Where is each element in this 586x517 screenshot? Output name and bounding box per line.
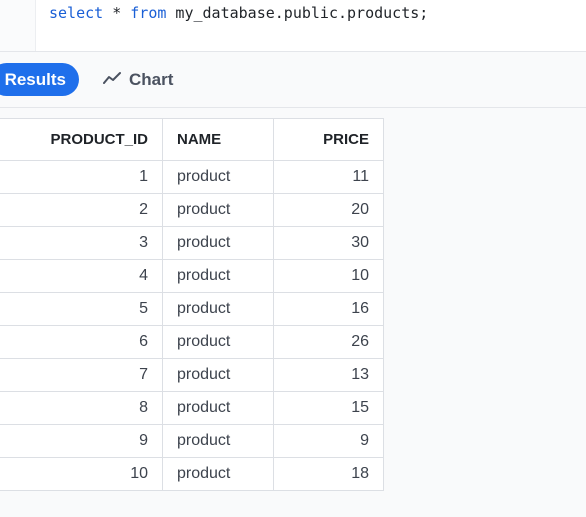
- cell-name[interactable]: product: [162, 325, 274, 359]
- table-row[interactable]: 10 product 18: [0, 457, 384, 491]
- table-row[interactable]: 2 product 20: [0, 193, 384, 227]
- cell-product-id[interactable]: 7: [0, 358, 163, 392]
- cell-product-id[interactable]: 4: [0, 259, 163, 293]
- cell-price[interactable]: 9: [273, 424, 384, 458]
- table-row[interactable]: 5 product 16: [0, 292, 384, 326]
- results-tab-bar: Results Chart: [0, 52, 586, 108]
- cell-price[interactable]: 18: [273, 457, 384, 491]
- cell-price[interactable]: 30: [273, 226, 384, 260]
- sql-table-ref: my_database.public.products;: [166, 4, 429, 22]
- tab-chart-label: Chart: [129, 69, 174, 89]
- cell-name[interactable]: product: [162, 259, 274, 293]
- results-table: PRODUCT_ID NAME PRICE 1 product 11 2 pro…: [0, 118, 384, 491]
- tab-results[interactable]: Results: [0, 63, 79, 96]
- table-header-row: PRODUCT_ID NAME PRICE: [0, 118, 384, 161]
- cell-product-id[interactable]: 2: [0, 193, 163, 227]
- cell-price[interactable]: 26: [273, 325, 384, 359]
- cell-name[interactable]: product: [162, 226, 274, 260]
- table-row[interactable]: 9 product 9: [0, 424, 384, 458]
- column-header-price[interactable]: PRICE: [273, 118, 384, 161]
- trend-line-icon: [103, 70, 121, 90]
- cell-price[interactable]: 13: [273, 358, 384, 392]
- column-header-name[interactable]: NAME: [162, 118, 274, 161]
- cell-name[interactable]: product: [162, 391, 274, 425]
- cell-price[interactable]: 16: [273, 292, 384, 326]
- cell-price[interactable]: 15: [273, 391, 384, 425]
- cell-name[interactable]: product: [162, 358, 274, 392]
- table-row[interactable]: 7 product 13: [0, 358, 384, 392]
- cell-name[interactable]: product: [162, 160, 274, 194]
- cell-product-id[interactable]: 10: [0, 457, 163, 491]
- results-pane: Results Chart PRODUCT_ID NAME PRICE 1 pr…: [0, 52, 586, 517]
- table-row[interactable]: 1 product 11: [0, 160, 384, 194]
- editor-gutter: [0, 0, 36, 51]
- column-header-product-id[interactable]: PRODUCT_ID: [0, 118, 163, 161]
- cell-name[interactable]: product: [162, 193, 274, 227]
- cell-name[interactable]: product: [162, 292, 274, 326]
- cell-product-id[interactable]: 3: [0, 226, 163, 260]
- cell-price[interactable]: 10: [273, 259, 384, 293]
- table-row[interactable]: 3 product 30: [0, 226, 384, 260]
- cell-product-id[interactable]: 1: [0, 160, 163, 194]
- cell-name[interactable]: product: [162, 457, 274, 491]
- cell-product-id[interactable]: 8: [0, 391, 163, 425]
- cell-price[interactable]: 11: [273, 160, 384, 194]
- tab-chart[interactable]: Chart: [100, 63, 190, 96]
- table-row[interactable]: 4 product 10: [0, 259, 384, 293]
- cell-product-id[interactable]: 9: [0, 424, 163, 458]
- sql-editor[interactable]: select * from my_database.public.product…: [0, 0, 586, 52]
- cell-product-id[interactable]: 5: [0, 292, 163, 326]
- sql-query-line[interactable]: select * from my_database.public.product…: [49, 4, 428, 22]
- cell-name[interactable]: product: [162, 424, 274, 458]
- sql-keyword-select: select: [49, 4, 104, 22]
- sql-star: *: [103, 4, 131, 22]
- cell-product-id[interactable]: 6: [0, 325, 163, 359]
- cell-price[interactable]: 20: [273, 193, 384, 227]
- table-row[interactable]: 8 product 15: [0, 391, 384, 425]
- sql-keyword-from: from: [130, 4, 167, 22]
- table-row[interactable]: 6 product 26: [0, 325, 384, 359]
